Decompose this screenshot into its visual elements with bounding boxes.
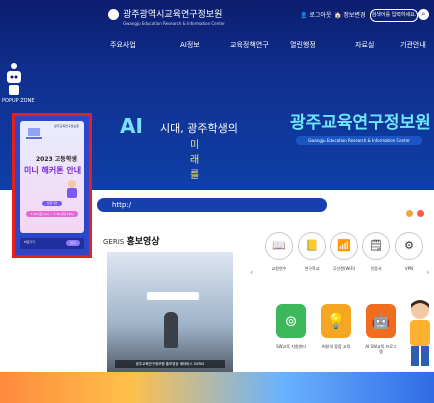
popup-close-button[interactable]: 닫기 [66, 240, 80, 246]
footer-wave [0, 372, 434, 403]
url-bar[interactable] [97, 198, 327, 212]
video-caption: 광주교육연구정보원 홍보영상 메타버스 GERIS [115, 360, 225, 368]
popup-org: 광주교육연구정보원 [54, 124, 79, 128]
promo-title-prefix: GERIS [103, 238, 125, 246]
hero-ai-text: AI [120, 114, 143, 138]
sw-link-label: AI창의 융합 교육 [321, 344, 351, 349]
url-text: http:/ [112, 201, 132, 209]
quick-link-label: 무선랜(WiFi) [332, 266, 356, 271]
hero-title: 광주교육연구정보원 [290, 113, 431, 133]
promo-video[interactable]: 광주교육연구정보원 홍보영상 메타버스 GERIS [107, 252, 233, 374]
popup-notice[interactable]: 광주교육연구정보원 2023 고등학생 미니 해커톤 안내 신청기간 7.15.… [12, 113, 92, 258]
slide-dot[interactable] [417, 210, 424, 217]
robot-icon: 🤖 [366, 304, 396, 338]
hero-subtitle: Gwangju Education Research & Information… [296, 136, 422, 145]
ai-creative-link[interactable]: 💡 AI창의 융합 교육 [320, 304, 352, 349]
lightbulb-icon: 💡 [321, 304, 351, 338]
popup-apply-badge: 신청기간 [42, 201, 62, 206]
popup-more-link[interactable]: 바로가기 [24, 240, 35, 244]
quick-link-wifi[interactable]: 📶 무선랜(WiFi) [327, 232, 361, 272]
avatar-figure [164, 312, 178, 348]
notebook-icon: 📒 [298, 232, 326, 260]
quick-link-training[interactable]: 📖 교원연수 [262, 232, 296, 272]
book-icon: 📖 [265, 232, 293, 260]
member-info-label: 정보변경 [343, 12, 366, 19]
logout-label: 로그아웃 [309, 12, 332, 19]
laptop-icon [26, 128, 42, 139]
nav-item[interactable]: 교육정책연구 [230, 40, 269, 50]
logo-mark-icon [108, 9, 119, 20]
certificate-icon: 🗒 [362, 232, 390, 260]
quick-link-label: 교원연수 [271, 266, 287, 271]
popup-poster[interactable]: 광주교육연구정보원 2023 고등학생 미니 해커톤 안내 신청기간 7.15.… [20, 121, 84, 233]
popup-title: 미니 해커톤 안내 [24, 166, 82, 175]
promo-section-title: GERIS 홍보영상 [103, 234, 160, 247]
chevron-left-icon[interactable]: ‹ [250, 268, 254, 278]
sw-link-label: AI·SW교육 프로그램 [365, 344, 397, 354]
chevron-right-icon[interactable]: › [426, 268, 430, 278]
robot-icon [7, 63, 21, 95]
quick-link-certificate[interactable]: 🗒 인증서 [359, 232, 393, 272]
promo-title: 홍보영상 [126, 237, 160, 247]
main-nav: 주요사업 AI정보 교육정책연구 열린행정 자료실 기관안내 [100, 40, 434, 54]
popup-year-line: 2023 고등학생 [36, 156, 77, 163]
quick-link-research-school[interactable]: 📒 연구학교 [295, 232, 329, 272]
hero-text-2: 미래를 [190, 140, 200, 181]
search-icon[interactable]: ⌕ [418, 9, 429, 20]
nav-item[interactable]: 자료실 [355, 40, 374, 50]
sw-center-link[interactable]: ⊚ SW교육 지원센터 [275, 304, 307, 349]
video-title-card [147, 292, 199, 300]
child-illustration [410, 300, 430, 366]
wifi-icon: 📶 [330, 232, 358, 260]
nav-item[interactable]: 주요사업 [110, 40, 136, 50]
hero-text-1: 시대, 광주학생의 [160, 122, 238, 135]
target-icon: ⊚ [276, 304, 306, 338]
top-bar: 광주광역시교육연구정보원 Gwangju Education Research … [0, 0, 434, 32]
popup-date: 7.15.(토) 9시 ~ 7.18.(화) 16시 [26, 211, 78, 217]
slide-dot[interactable] [406, 210, 413, 217]
logout-link[interactable]: 👤 로그아웃 [300, 10, 331, 19]
search-input[interactable]: 검색어를 입력하세요. [370, 9, 418, 22]
logo-subtitle: Gwangju Education Research & Information… [123, 21, 225, 26]
sw-link-label: SW교육 지원센터 [276, 344, 306, 349]
nav-item[interactable]: 기관안내 [400, 40, 426, 50]
nav-item[interactable]: 열린행정 [290, 40, 316, 50]
member-info-link[interactable]: 🏠 정보변경 [334, 10, 365, 19]
popup-footer: 바로가기 닫기 [20, 238, 84, 249]
quick-link-label: 인증서 [370, 266, 382, 271]
slide-indicators [402, 202, 424, 221]
quick-link-label: 연구학교 [304, 266, 320, 271]
popup-zone-label: POPUP ZONE [2, 98, 35, 104]
ai-sw-program-link[interactable]: 🤖 AI·SW교육 프로그램 [365, 304, 397, 354]
quick-link-vpn[interactable]: ⚙ VPN [392, 232, 426, 271]
gear-icon: ⚙ [395, 232, 423, 260]
quick-link-label: VPN [404, 266, 414, 271]
nav-item[interactable]: AI정보 [180, 40, 200, 50]
person-icon [67, 180, 77, 198]
site-logo[interactable]: 광주광역시교육연구정보원 Gwangju Education Research … [108, 9, 225, 26]
